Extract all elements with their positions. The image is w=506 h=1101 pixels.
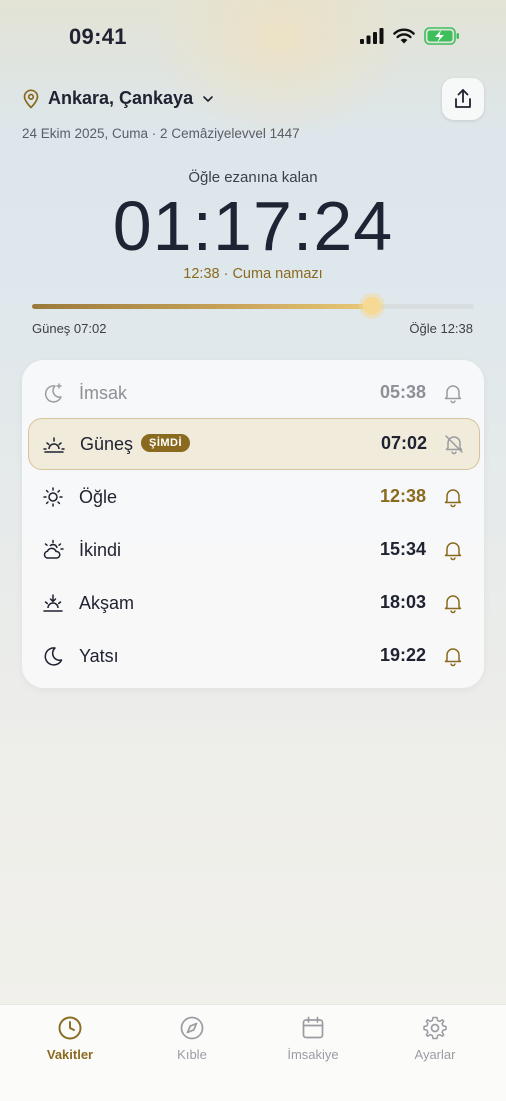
chevron-down-icon (203, 95, 213, 102)
tab-label: Vakitler (46, 1047, 94, 1062)
crescent-star-icon (44, 383, 62, 403)
date-line: 24 Ekim 2025, Cuma · 2 Cemâziyelevvel 14… (22, 126, 300, 141)
tab-ayarlar[interactable]: Ayarlar (380, 1015, 490, 1062)
sun-icon (43, 487, 63, 507)
prayer-name: Akşam (79, 593, 135, 613)
countdown-subtitle: 12:38 · Cuma namazı (183, 266, 323, 282)
prayer-times-card: İmsak 05:38 Güneş ŞİMDİ 07:02 Öğle 12:38 (22, 360, 484, 688)
status-time: 09:41 (69, 24, 127, 49)
tab-bar: Vakitler Kıble İmsakiye Ayarlar (0, 1004, 506, 1101)
clock-icon (58, 1016, 82, 1040)
prayer-row-imsak[interactable]: İmsak 05:38 (28, 368, 478, 418)
tab-label: Kıble (177, 1047, 207, 1062)
prayer-name: Güneş (80, 434, 134, 454)
countdown-label: Öğle ezanına kalan (188, 169, 318, 186)
prayer-name: İmsak (79, 383, 128, 403)
prayer-name: İkindi (79, 540, 122, 560)
progress-fill (32, 304, 373, 309)
bell-off-icon[interactable] (443, 433, 465, 455)
sunset-icon (43, 594, 63, 612)
prayer-time: 07:02 (380, 433, 427, 453)
bell-icon[interactable] (442, 382, 464, 404)
prayer-row-ogle[interactable]: Öğle 12:38 (28, 472, 478, 522)
battery-charging-icon (424, 27, 459, 45)
tab-vakitler[interactable]: Vakitler (15, 1015, 125, 1062)
sunrise-icon (43, 437, 65, 453)
now-badge: ŞİMDİ (141, 434, 191, 452)
prayer-time: 19:22 (379, 645, 426, 665)
tab-label: İmsakiye (287, 1047, 339, 1062)
prayer-row-ikindi[interactable]: İkindi 15:34 (28, 525, 478, 575)
sun-cloud-icon (43, 539, 64, 559)
tab-imsakiye[interactable]: İmsakiye (258, 1015, 368, 1062)
signal-icon (360, 28, 384, 44)
bell-icon[interactable] (442, 645, 464, 667)
countdown-timer: 01:17:24 (112, 187, 394, 265)
progress-knob (363, 297, 382, 315)
status-icons (360, 27, 460, 45)
prayer-time: 05:38 (379, 382, 426, 402)
bell-icon[interactable] (442, 592, 464, 614)
share-icon (455, 89, 471, 108)
status-bar: 09:41 (0, 0, 506, 74)
tab-label: Ayarlar (414, 1047, 456, 1062)
prayer-time: 15:34 (379, 539, 426, 559)
prayer-time: 12:38 (379, 486, 426, 506)
progress-end-label: Öğle 12:38 (409, 321, 473, 336)
progress-start-label: Güneş 07:02 (32, 321, 107, 336)
calendar-icon (302, 1016, 324, 1039)
prayer-row-aksam[interactable]: Akşam 18:03 (28, 578, 478, 628)
prayer-name: Yatsı (79, 646, 119, 666)
wifi-icon (393, 28, 415, 44)
compass-icon (180, 1016, 204, 1040)
bell-icon[interactable] (442, 486, 464, 508)
prayer-name: Öğle (79, 487, 118, 507)
prayer-time: 18:03 (379, 592, 426, 612)
prayer-row-yatsi[interactable]: Yatsı 19:22 (28, 631, 478, 681)
location-name: Ankara, Çankaya (48, 88, 194, 108)
bell-icon[interactable] (442, 539, 464, 561)
tab-kible[interactable]: Kıble (137, 1015, 247, 1062)
gear-icon (423, 1016, 447, 1040)
prayer-row-gunes[interactable]: Güneş ŞİMDİ 07:02 (28, 418, 480, 470)
share-button[interactable] (442, 78, 484, 120)
location-pin-icon (23, 88, 39, 108)
moon-icon (44, 647, 63, 666)
location-selector[interactable]: Ankara, Çankaya (22, 88, 215, 109)
progress-track (32, 297, 474, 315)
